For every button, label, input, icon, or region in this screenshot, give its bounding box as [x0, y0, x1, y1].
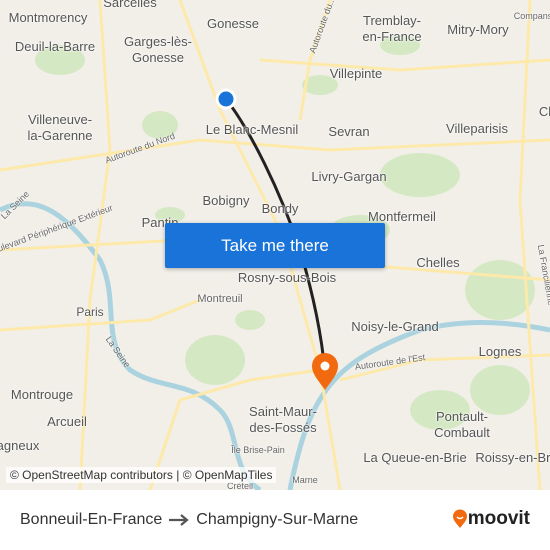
map-label: Compans — [513, 11, 550, 21]
map-label: Île Brise-Pain — [231, 445, 285, 455]
moovit-pin-icon — [452, 509, 467, 528]
map-label: Garges-lès- Gonesse — [124, 34, 192, 65]
destination-marker — [312, 353, 338, 390]
map-label: La Queue-en-Brie — [363, 450, 467, 465]
map-label: Lognes — [478, 344, 522, 359]
map-label: Montrouge — [10, 387, 74, 402]
map-label: Saint-Maur- des-Fossés — [249, 404, 317, 435]
map-label: Mitry-Mory — [447, 22, 509, 37]
map-label: Sarcelles — [103, 0, 157, 10]
map-label: Pontault- Combault — [434, 409, 490, 440]
map-label: Montmorency — [8, 10, 88, 25]
map-label: Bobigny — [202, 193, 250, 208]
map[interactable]: Sarcelles Gonesse Montmorency Deuil-la-B… — [0, 0, 550, 490]
moovit-logo: moovit — [452, 508, 530, 530]
map-label: Le Blanc-Mesnil — [205, 122, 299, 137]
route-title: Bonneuil-En-France Champigny-Sur-Marne — [20, 511, 358, 529]
map-label: Tremblay- en-France — [362, 13, 422, 44]
map-label: Noisy-le-Grand — [351, 319, 439, 334]
map-label: Montreuil — [197, 293, 243, 305]
origin-marker — [215, 88, 237, 110]
map-label: Villepinte — [329, 66, 383, 81]
map-label: Cl — [538, 104, 550, 119]
map-attribution[interactable]: © OpenStreetMap contributors | © OpenMap… — [6, 467, 277, 483]
map-label: Villeparisis — [446, 121, 508, 136]
map-label: Marne — [292, 475, 318, 485]
map-label: agneux — [0, 438, 40, 453]
map-label: Villeneuve- la-Garenne — [27, 112, 93, 143]
destination-name: Champigny-Sur-Marne — [196, 511, 359, 528]
map-label: Chelles — [416, 255, 460, 270]
map-label: Paris — [76, 305, 104, 319]
map-label: Gonesse — [206, 16, 260, 31]
arrow-right-icon — [169, 514, 190, 526]
map-label: Sevran — [328, 124, 370, 139]
map-label: Deuil-la-Barre — [14, 39, 96, 54]
footer: Bonneuil-En-France Champigny-Sur-Marne m… — [0, 490, 550, 550]
map-label: Arcueil — [47, 414, 87, 429]
take-me-there-button[interactable]: Take me there — [165, 223, 385, 268]
map-label: Bondy — [261, 201, 299, 216]
map-label: Roissy-en-Brie — [475, 450, 550, 465]
origin-name: Bonneuil-En-France — [20, 511, 163, 528]
map-label: Livry-Gargan — [311, 169, 387, 184]
map-label: Rosny-sous-Bois — [237, 270, 337, 285]
logo-text: moovit — [467, 508, 530, 529]
